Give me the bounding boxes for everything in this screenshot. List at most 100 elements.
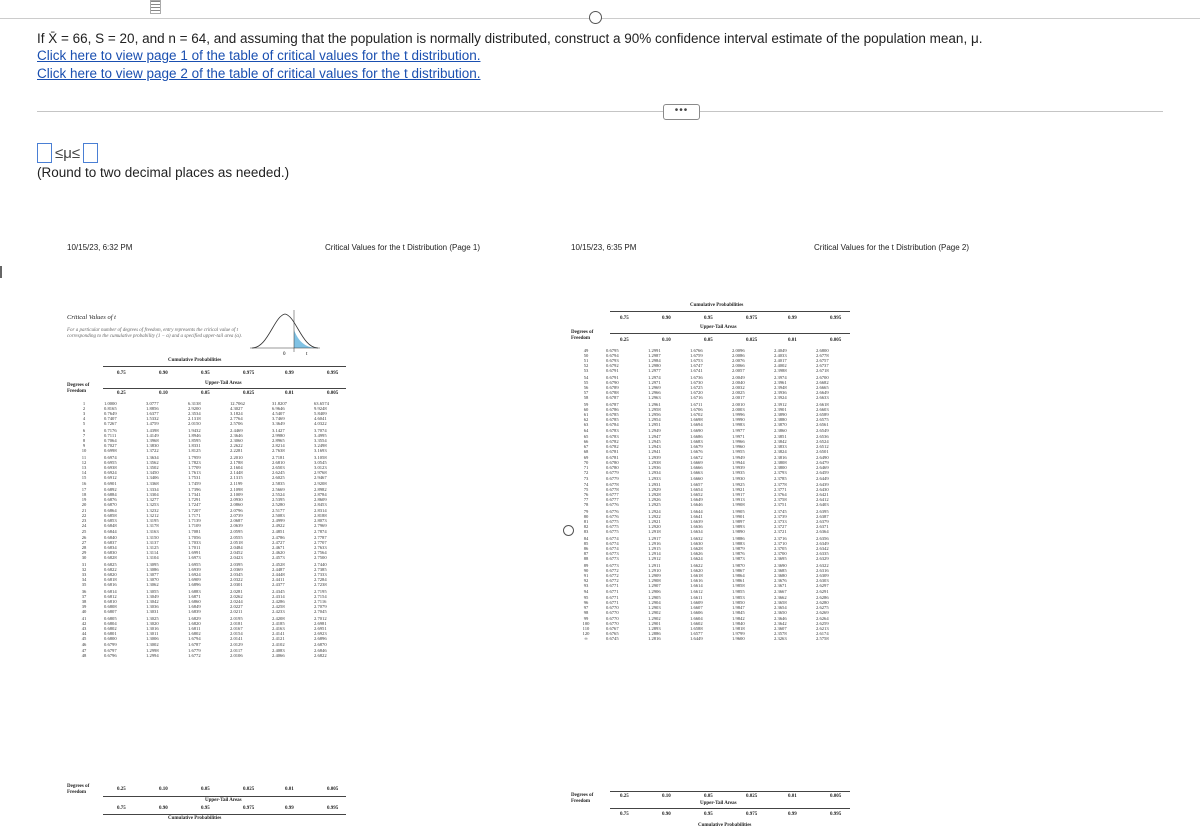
page1-table-value-cell: 1.3002: [146, 642, 159, 648]
page2-table-row: 94 0.6771 1.2906 1.6612 1.9855 2.3667 2.6291: [572, 588, 855, 595]
page2-table-value-cell: 1.2902: [648, 616, 661, 622]
page1-table-value-cell: 0.6796: [104, 652, 117, 658]
page1-table-value-cell: 1.2994: [146, 652, 159, 658]
page2-table-value-cell: 0.6776: [606, 508, 619, 514]
page2-table-row: 99 0.6770 1.2902 1.6604 1.9842 2.3646 2.6264: [572, 615, 855, 622]
page2-table-value-cell: 2.6264: [816, 616, 829, 622]
page2-table-value-cell: 2.3745: [774, 508, 787, 514]
page1-upper-tail-bottom: Upper-Tail Areas: [205, 798, 242, 803]
page1-table-df-cell: 16: [81, 481, 87, 487]
page1-tail-bottom-0: 0.25: [117, 787, 126, 792]
chart-axis-zero: 0: [283, 352, 286, 356]
table-page2-link[interactable]: Click here to view page 2 of the table o…: [37, 66, 480, 81]
page1-tail-2: 0.05: [201, 391, 210, 396]
table-page1-link[interactable]: Click here to view page 1 of the table o…: [37, 48, 480, 63]
page1-table-value-cell: 2.5835: [272, 481, 285, 487]
page1-table-row: 31 0.6825 1.3095 1.6955 2.0395 2.4528 2.7440: [70, 560, 353, 567]
page1-table-value-cell: 2.6822: [314, 652, 327, 658]
page1-cum-prob-bottom-3: 0.975: [243, 806, 255, 811]
page1-table-value-cell: 0.6901: [104, 481, 117, 487]
page1-rule-3: [103, 796, 346, 797]
page1-cum-prob-5: 0.995: [327, 371, 339, 376]
page2-table-df-cell: 59: [583, 401, 589, 407]
page1-table-value-cell: 1.3095: [146, 561, 159, 567]
page1-cum-prob-label: Cumulative Probabilities: [168, 358, 222, 363]
page1-table-value-cell: 1.6772: [188, 652, 201, 658]
page2-tail-bottom-0: 0.25: [620, 794, 629, 799]
page2-table-value-cell: 1.6711: [690, 401, 703, 407]
page2-table-value-cell: 1.2917: [648, 535, 661, 541]
page1-table-value-cell: 0.6825: [104, 561, 117, 567]
page2-cum-prob-1: 0.90: [662, 316, 671, 321]
drag-handle-icon[interactable]: [150, 0, 161, 14]
page1-tail-bottom-1: 0.10: [159, 787, 168, 792]
page2-table-value-cell: 2.3263: [774, 636, 787, 642]
page1-tail-0: 0.25: [117, 391, 126, 396]
page1-table-value-cell: 1.3232: [146, 508, 159, 514]
section-divider: [37, 111, 1163, 112]
page2-tail-3: 0.025: [746, 338, 758, 343]
page1-table-value-cell: 1.3055: [146, 588, 159, 594]
page1-table-value-cell: 1.6829: [188, 615, 201, 621]
page2-table-value-cell: 2.6356: [816, 535, 829, 541]
page2-cum-prob-bottom-2: 0.95: [704, 812, 713, 817]
page2-table-value-cell: 0.6787: [606, 401, 619, 407]
page1-table-value-cell: 3.7074: [314, 427, 327, 433]
page1-df-label-bottom: Degrees of Freedom: [67, 784, 90, 795]
page1-table-value-cell: 2.7181: [272, 454, 285, 460]
page1-cum-prob-0: 0.75: [117, 371, 126, 376]
page1-table-value-cell: 2.4786: [272, 535, 285, 541]
page1-table-value-cell: 1.3150: [146, 535, 159, 541]
page1-table-value-cell: 1.7056: [188, 535, 201, 541]
chart-axis-t: t: [306, 352, 308, 356]
page2-table-value-cell: 2.3667: [774, 589, 787, 595]
page1-table-value-cell: 2.4102: [272, 642, 285, 648]
page1-table-value-cell: 2.8314: [314, 508, 327, 514]
page1-table-value-cell: 0.6974: [104, 454, 117, 460]
page2-table-value-cell: 2.6395: [816, 508, 829, 514]
page2-table-value-cell: 1.2816: [648, 636, 661, 642]
page2-table-row: 59 0.6787 1.2961 1.6711 2.0010 2.3912 2.6618: [572, 400, 855, 407]
page1-table-value-cell: 2.0395: [230, 561, 243, 567]
page2-table-value-cell: 0.6773: [606, 562, 619, 568]
page2-table-value-cell: 2.6549: [816, 428, 829, 434]
page2-table-value-cell: 2.0049: [732, 374, 745, 380]
page1-cum-prob-bottom-4: 0.99: [285, 806, 294, 811]
page2-table-value-cell: 1.9949: [732, 455, 745, 461]
upper-bound-input[interactable]: [83, 143, 99, 163]
page1-table-value-cell: 2.5177: [272, 508, 285, 514]
slider-knob-icon[interactable]: [589, 11, 602, 24]
page1-table-value-cell: 2.0555: [230, 535, 243, 541]
page2-table-value-cell: 2.5758: [816, 636, 829, 642]
page1-table-row: 36 0.6814 1.3055 1.6883 2.0281 2.4345 2.7195: [70, 587, 353, 594]
collapse-arrow-icon[interactable]: [0, 266, 9, 278]
page1-table-value-cell: 2.7195: [314, 588, 327, 594]
page1-table-value-cell: 0.6814: [104, 588, 117, 594]
page2-table-value-cell: 0.6781: [606, 455, 619, 461]
page1-table-value-cell: 0.6864: [104, 508, 117, 514]
page2-table-value-cell: 1.2949: [648, 428, 661, 434]
page2-table-value-cell: 1.6632: [690, 535, 703, 541]
page1-table-value-cell: 0.7176: [104, 427, 117, 433]
top-bar: [0, 0, 1200, 24]
page1-tail-bottom-5: 0.005: [327, 787, 339, 792]
page2-table-value-cell: 1.6672: [690, 455, 703, 461]
page2-table-value-cell: 1.6690: [690, 428, 703, 434]
page1-tail-3: 0.025: [243, 391, 255, 396]
page2-table-value-cell: 2.3646: [774, 616, 787, 622]
page1-table-value-cell: 2.4345: [272, 588, 285, 594]
page1-table-title: Critical Values of t: [67, 314, 116, 321]
page2-tail-4: 0.01: [788, 338, 797, 343]
scroll-position-icon[interactable]: [563, 525, 574, 536]
page2-table-value-cell: 2.3778: [774, 482, 787, 488]
page1-table-value-cell: 2.4066: [272, 652, 285, 658]
page2-table-value-cell: 1.2906: [648, 589, 661, 595]
page2-rule-1: [610, 311, 850, 312]
more-button[interactable]: •••: [663, 104, 700, 120]
page2-table-value-cell: 0.6774: [606, 535, 619, 541]
page1-table-value-cell: 2.4469: [230, 427, 243, 433]
page1-table: 1 1.0000 3.0777 6.3138 12.7062 31.8207 63.6574…: [70, 401, 353, 658]
page1-table-value-cell: 2.7787: [314, 535, 327, 541]
lower-bound-input[interactable]: [37, 143, 52, 163]
page2-cum-prob-bottom-4: 0.99: [788, 812, 797, 817]
